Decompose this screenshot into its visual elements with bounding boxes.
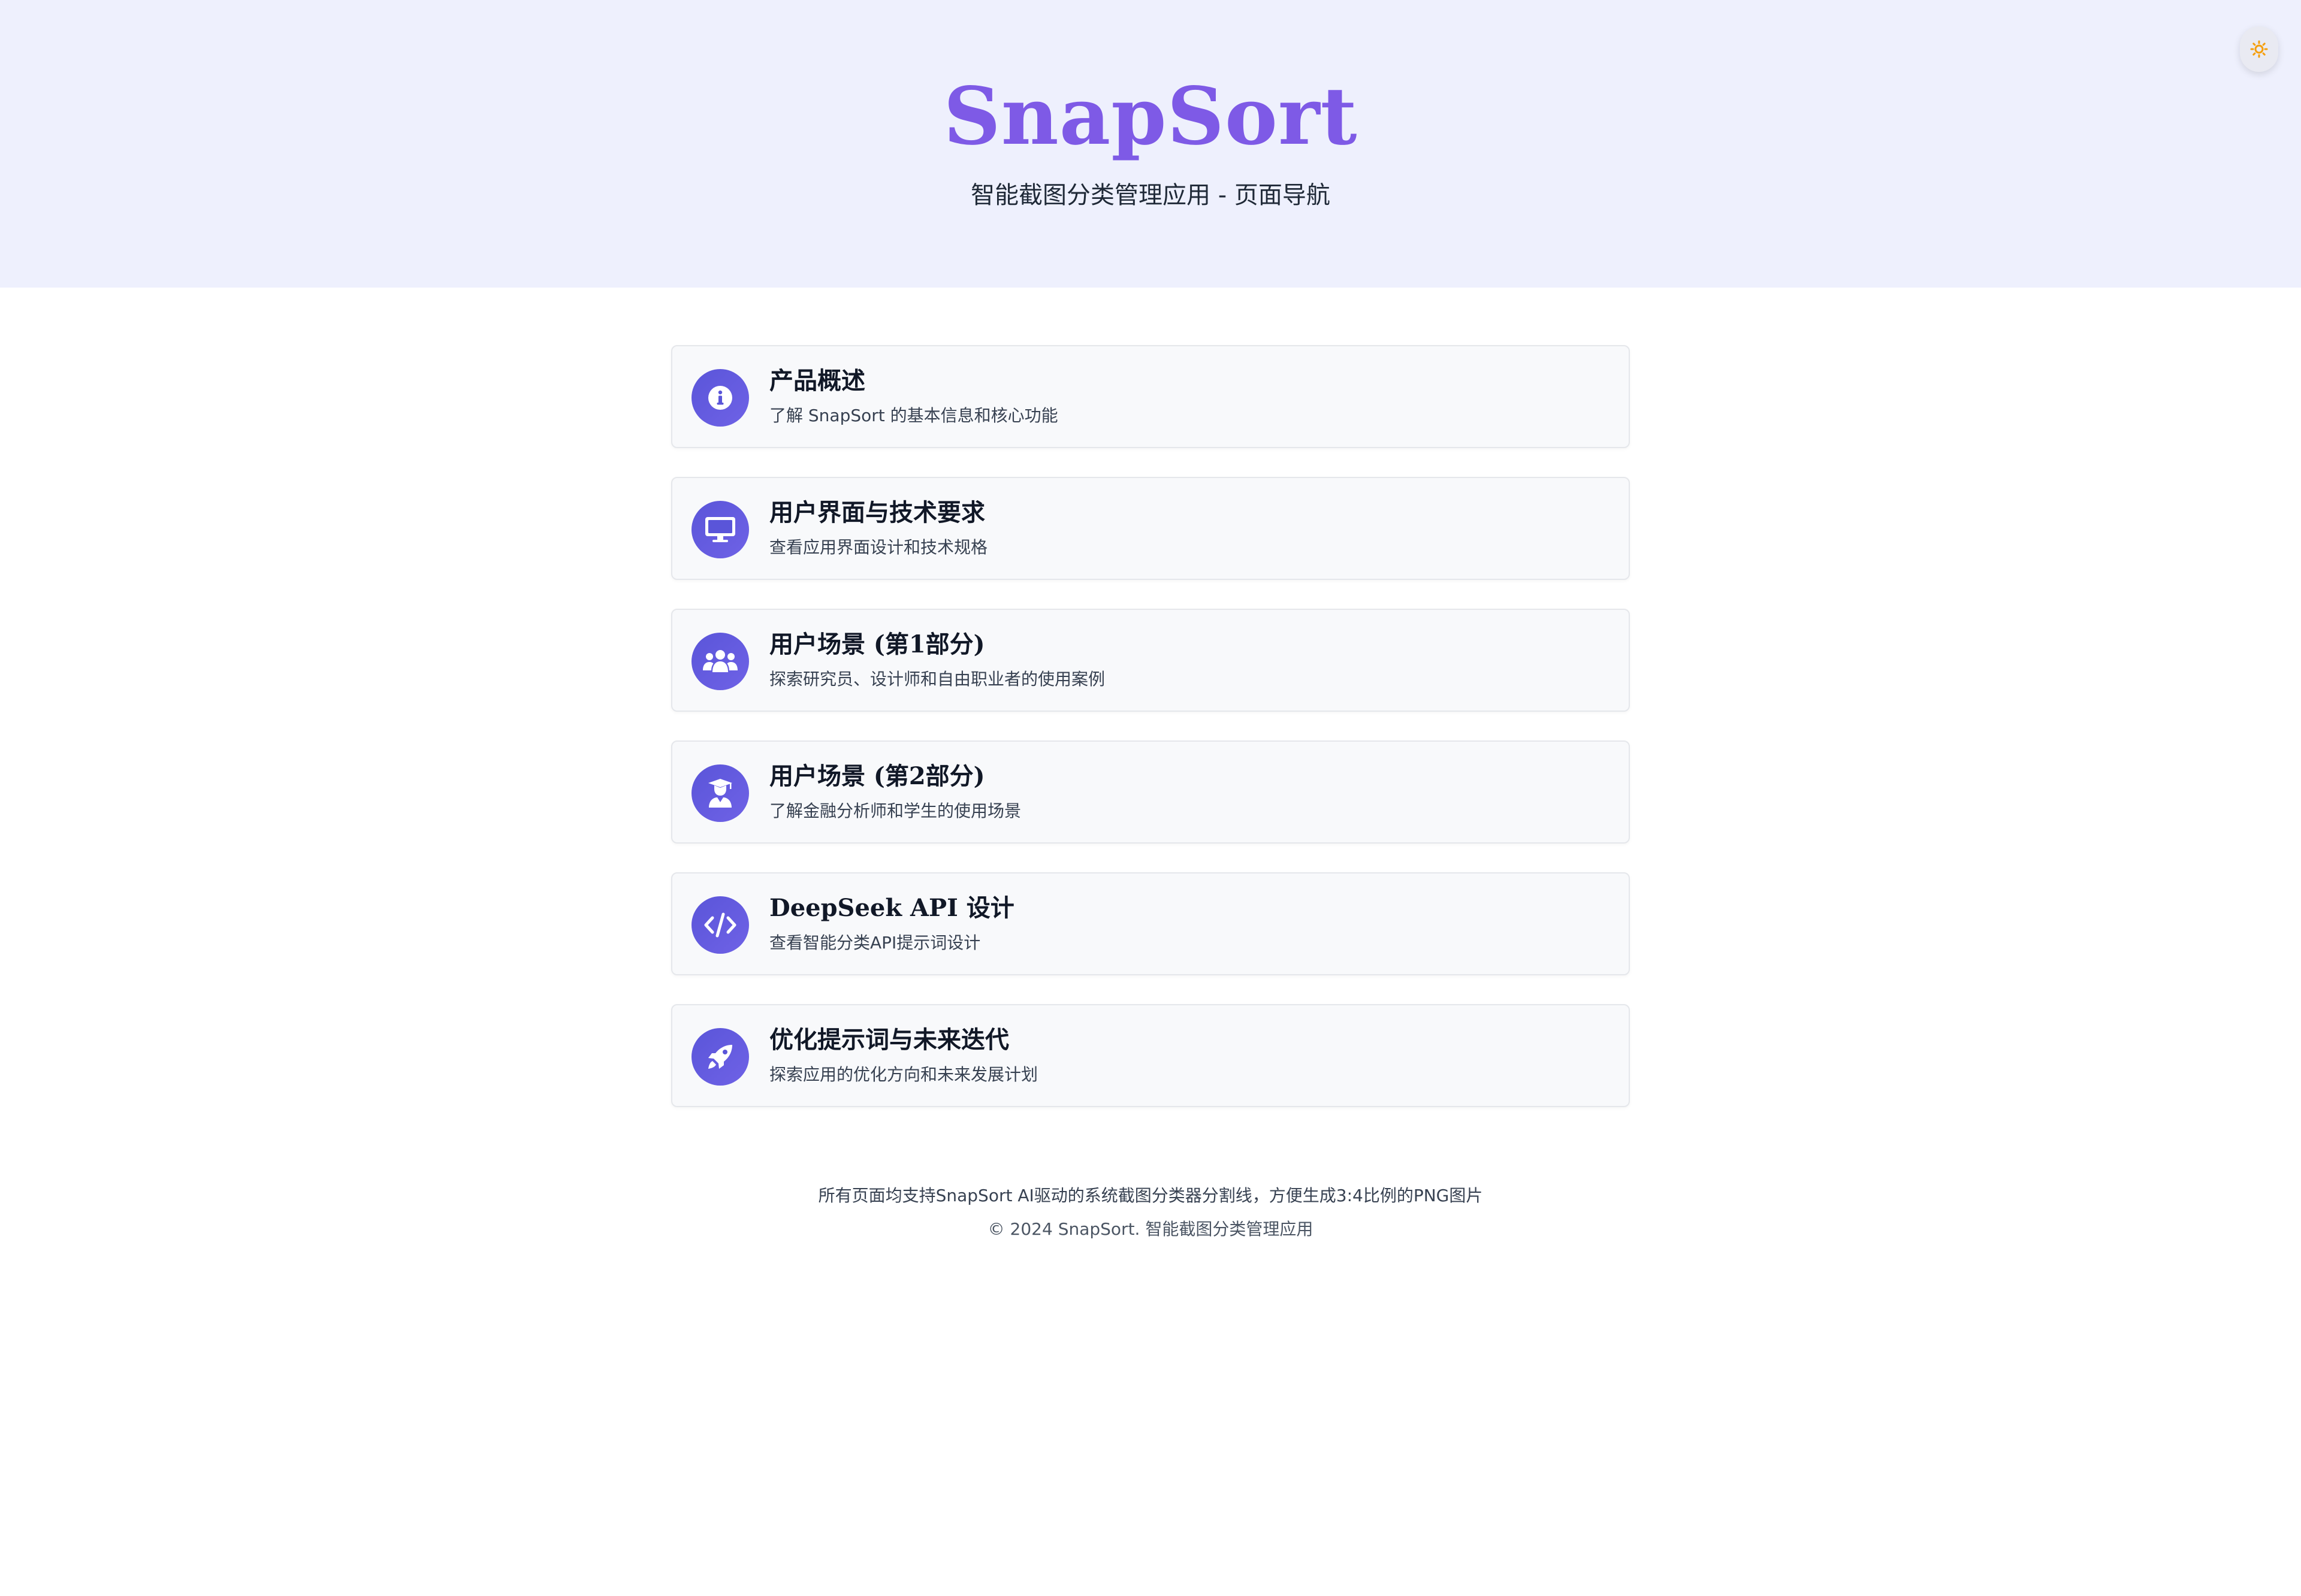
graduate-icon	[708, 779, 732, 808]
code-icon	[704, 912, 736, 938]
rocket-icon-badge	[691, 1028, 749, 1086]
desktop-icon-badge	[691, 501, 749, 558]
header-banner: SnapSort 智能截图分类管理应用 - 页面导航	[0, 0, 2301, 288]
nav-card-ui-tech[interactable]: 用户界面与技术要求 查看应用界面设计和技术规格	[671, 477, 1630, 580]
page-subtitle: 智能截图分类管理应用 - 页面导航	[971, 182, 1330, 209]
card-description: 了解金融分析师和学生的使用场景	[769, 801, 1022, 821]
card-title: 产品概述	[769, 367, 865, 395]
nav-card-deepseek-api[interactable]: DeepSeek API 设计 查看智能分类API提示词设计	[671, 872, 1630, 975]
info-icon-badge	[691, 369, 749, 427]
card-description: 了解 SnapSort 的基本信息和核心功能	[769, 406, 1058, 425]
users-icon	[703, 650, 738, 672]
card-title: DeepSeek API 设计	[769, 894, 1014, 922]
card-title: 用户场景 (第2部分)	[769, 762, 985, 790]
nav-card-optimization[interactable]: 优化提示词与未来迭代 探索应用的优化方向和未来发展计划	[671, 1004, 1630, 1107]
footer-note: 所有页面均支持SnapSort AI驱动的系统截图分类器分割线，方便生成3:4比…	[818, 1186, 1483, 1205]
card-title: 优化提示词与未来迭代	[769, 1026, 1009, 1054]
nav-card-product-overview[interactable]: 产品概述 了解 SnapSort 的基本信息和核心功能	[671, 345, 1630, 448]
info-icon	[708, 386, 732, 410]
sun-icon	[2250, 40, 2268, 58]
footer-copyright: © 2024 SnapSort. 智能截图分类管理应用	[988, 1219, 1313, 1239]
card-title: 用户界面与技术要求	[769, 498, 985, 527]
card-description: 查看应用界面设计和技术规格	[769, 537, 988, 557]
users-icon-badge	[691, 633, 749, 690]
theme-toggle-button[interactable]	[2240, 26, 2278, 72]
card-title: 用户场景 (第1部分)	[769, 630, 985, 658]
card-description: 探索研究员、设计师和自由职业者的使用案例	[769, 669, 1106, 689]
nav-card-scenarios-part2[interactable]: 用户场景 (第2部分) 了解金融分析师和学生的使用场景	[671, 740, 1630, 844]
code-icon-badge	[691, 896, 749, 954]
desktop-icon	[705, 517, 735, 542]
graduate-icon-badge	[691, 764, 749, 822]
card-description: 探索应用的优化方向和未来发展计划	[769, 1065, 1038, 1084]
rocket-icon	[708, 1045, 732, 1069]
card-description: 查看智能分类API提示词设计	[769, 933, 981, 953]
nav-card-scenarios-part1[interactable]: 用户场景 (第1部分) 探索研究员、设计师和自由职业者的使用案例	[671, 609, 1630, 712]
page-nav-list: 产品概述 了解 SnapSort 的基本信息和核心功能 用户界面与技术要求 查看…	[671, 345, 1630, 1136]
brand-title: SnapSort	[943, 70, 1358, 163]
